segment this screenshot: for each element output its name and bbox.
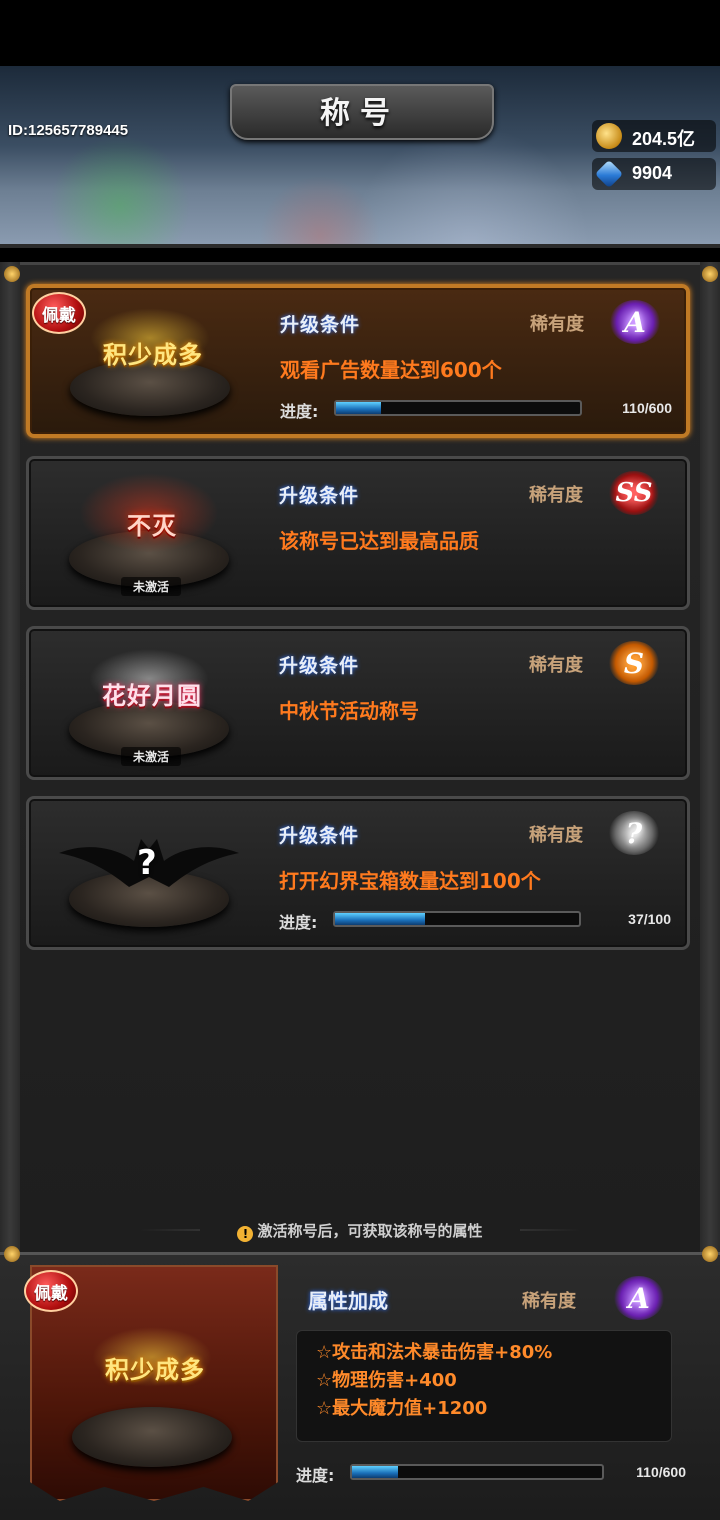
title-card-2[interactable]: 不灭 未激活 升级条件 稀有度 SS 该称号已达到最高品质 — [26, 456, 690, 610]
rarity-label: 稀有度 — [530, 314, 584, 335]
equipped-badge: 佩戴 — [32, 292, 86, 334]
progress-bar — [350, 1464, 604, 1480]
warning-icon: ! — [237, 1226, 254, 1242]
corner-ornament-icon — [702, 266, 718, 282]
status-bar-area — [0, 0, 720, 66]
condition-label: 升级条件 — [280, 314, 361, 336]
progress-label: 进度: — [279, 913, 318, 932]
progress-value: 110/600 — [636, 1464, 686, 1480]
gold-amount: 204.5亿 — [632, 129, 696, 149]
corner-ornament-icon — [4, 1246, 20, 1262]
title-emblem: 积少成多 — [105, 1354, 205, 1384]
condition-text: 观看广告数量达到600个 — [280, 358, 502, 382]
rarity-badge: S — [609, 641, 659, 685]
left-pillar — [0, 262, 20, 1252]
player-id: ID:125657789445 — [8, 122, 129, 139]
condition-label: 升级条件 — [279, 825, 360, 847]
inactive-tag: 未激活 — [121, 577, 181, 596]
hint-text: 激活称号后，可获取该称号的属性 — [257, 1222, 483, 1240]
rarity-label: 稀有度 — [529, 485, 583, 506]
progress-value: 110/600 — [622, 400, 672, 416]
corner-ornament-icon — [702, 1246, 718, 1262]
progress-value: 37/100 — [628, 911, 671, 927]
right-pillar — [700, 262, 720, 1252]
progress-fill — [335, 913, 426, 925]
attribute-item: ☆攻击和法术暴击伤害+80% — [316, 1342, 553, 1363]
progress-bar — [334, 400, 582, 416]
gold-currency: 204.5亿 — [592, 120, 716, 152]
rarity-label: 稀有度 — [522, 1291, 576, 1312]
activation-hint: ! 激活称号后，可获取该称号的属性 — [200, 1220, 520, 1242]
inactive-tag: 未激活 — [121, 747, 181, 766]
rarity-label: 稀有度 — [529, 655, 583, 676]
rarity-label: 稀有度 — [529, 825, 583, 846]
gem-amount: 9904 — [632, 163, 673, 183]
progress-fill — [336, 402, 381, 414]
pedestal — [72, 1407, 232, 1467]
progress-bar — [333, 911, 581, 927]
corner-ornament-icon — [4, 266, 20, 282]
rarity-badge: ? — [609, 811, 659, 855]
rarity-badge: SS — [609, 471, 659, 515]
condition-text: 打开幻界宝箱数量达到100个 — [279, 869, 541, 893]
title-card-1[interactable]: 积少成多 佩戴 升级条件 稀有度 A 观看广告数量达到600个 进度: 110/… — [26, 284, 690, 438]
page-title: 称号 — [320, 96, 400, 131]
condition-label: 升级条件 — [279, 655, 360, 677]
title-emblem: 花好月圆 — [102, 680, 202, 710]
condition-text: 中秋节活动称号 — [279, 699, 419, 723]
condition-label: 升级条件 — [279, 485, 360, 507]
attribute-item: ☆最大魔力值+1200 — [316, 1398, 488, 1419]
equipped-badge: 佩戴 — [24, 1270, 78, 1312]
attribute-item: ☆物理伤害+400 — [316, 1370, 457, 1391]
title-emblem: 积少成多 — [103, 339, 203, 369]
rarity-badge: A — [610, 300, 660, 344]
title-card-4[interactable]: ? 升级条件 稀有度 ? 打开幻界宝箱数量达到100个 进度: 37/100 — [26, 796, 690, 950]
gold-coin-icon — [596, 123, 622, 149]
title-emblem: 不灭 — [127, 510, 177, 540]
attribute-bonus-title: 属性加成 — [308, 1289, 388, 1313]
unknown-title-mark: ? — [137, 843, 157, 883]
rarity-badge: A — [614, 1276, 664, 1320]
progress-label: 进度: — [280, 402, 319, 421]
progress-fill — [352, 1466, 398, 1478]
condition-text: 该称号已达到最高品质 — [279, 529, 479, 553]
gem-currency: 9904 — [592, 158, 716, 190]
title-card-3[interactable]: 花好月圆 未激活 升级条件 稀有度 S 中秋节活动称号 — [26, 626, 690, 780]
progress-label: 进度: — [296, 1466, 335, 1485]
blue-gem-icon — [594, 159, 624, 189]
